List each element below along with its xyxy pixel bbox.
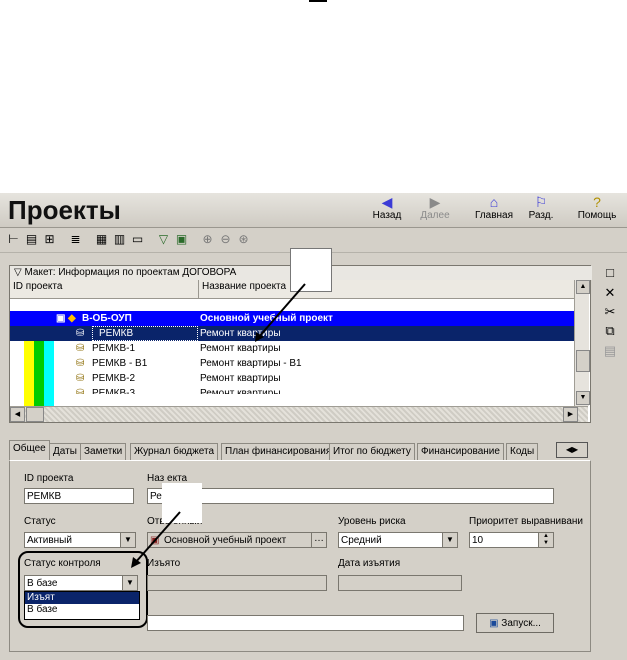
callout-arrows: [131, 283, 306, 568]
arrow-line-bottom: [134, 511, 181, 564]
arrow-line-top: [257, 283, 306, 339]
